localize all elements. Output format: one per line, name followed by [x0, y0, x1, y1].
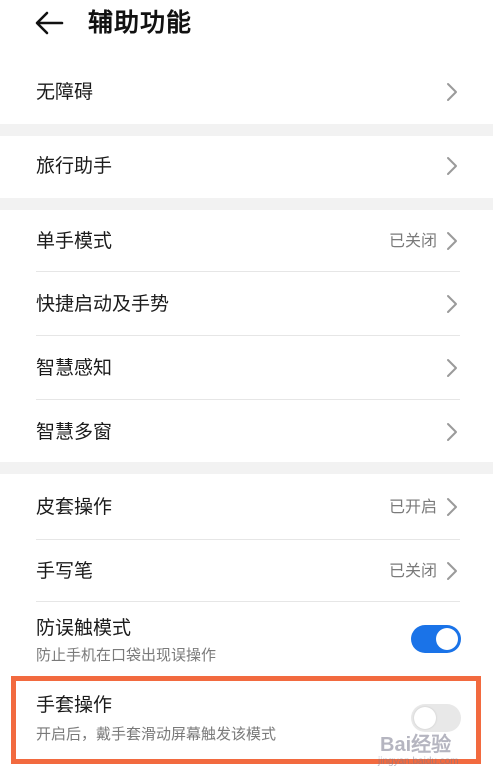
page-title: 辅助功能: [88, 8, 193, 37]
chevron-right-icon: [447, 498, 457, 516]
chevron-right-icon: [447, 295, 457, 313]
chevron-right-icon: [447, 232, 457, 250]
chevron-right-icon: [447, 359, 457, 377]
pocket-mode-toggle[interactable]: [411, 625, 461, 653]
list-item-pocket-mode: 防误触模式 防止手机在口袋出现误操作: [0, 602, 493, 676]
pocket-mode-description: 防止手机在口袋出现误操作: [36, 646, 217, 664]
list-item-stylus[interactable]: 手写笔 已关闭: [0, 540, 493, 602]
list-item-one-hand-mode[interactable]: 单手模式 已关闭: [0, 210, 493, 272]
list-item-travel-assistant[interactable]: 旅行助手: [0, 136, 493, 198]
travel-assistant-label: 旅行助手: [36, 155, 113, 177]
smart-multiwindow-label: 智慧多窗: [36, 421, 113, 443]
arrow-left-icon[interactable]: [34, 9, 64, 37]
chevron-right-icon: [447, 423, 457, 441]
stylus-status: 已关闭: [388, 561, 437, 580]
chevron-right-icon: [447, 157, 457, 175]
one-hand-mode-status: 已关闭: [388, 231, 437, 250]
watermark: Bai经验 jingyan.baidu.com: [374, 724, 486, 774]
chevron-right-icon: [447, 562, 457, 580]
section-accessibility: 无障碍: [0, 48, 493, 124]
cover-operation-status: 已开启: [388, 497, 437, 516]
toggle-knob: [436, 628, 458, 650]
chevron-right-icon: [447, 83, 457, 101]
list-item-accessibility[interactable]: 无障碍: [0, 48, 493, 124]
section-gap: [0, 462, 493, 474]
list-item-quick-launch[interactable]: 快捷启动及手势: [0, 272, 493, 336]
smart-sense-label: 智慧感知: [36, 357, 113, 379]
watermark-brand: Bai经验: [380, 734, 452, 756]
section-smart-features: 单手模式 已关闭 快捷启动及手势 智慧感知 智慧多窗: [0, 210, 493, 462]
list-item-smart-sense[interactable]: 智慧感知: [0, 336, 493, 400]
stylus-label: 手写笔: [36, 560, 94, 582]
app-header: 辅助功能: [0, 0, 493, 48]
accessibility-label: 无障碍: [36, 81, 94, 103]
one-hand-mode-label: 单手模式: [36, 230, 113, 252]
list-item-cover-operation[interactable]: 皮套操作 已开启: [0, 474, 493, 540]
section-gap: [0, 124, 493, 136]
quick-launch-label: 快捷启动及手势: [36, 293, 170, 315]
watermark-url: jingyan.baidu.com: [378, 756, 459, 767]
section-gap: [0, 198, 493, 210]
cover-operation-label: 皮套操作: [36, 496, 113, 518]
pocket-mode-label: 防误触模式: [36, 617, 132, 639]
section-travel: 旅行助手: [0, 136, 493, 198]
list-item-smart-multiwindow[interactable]: 智慧多窗: [0, 400, 493, 462]
